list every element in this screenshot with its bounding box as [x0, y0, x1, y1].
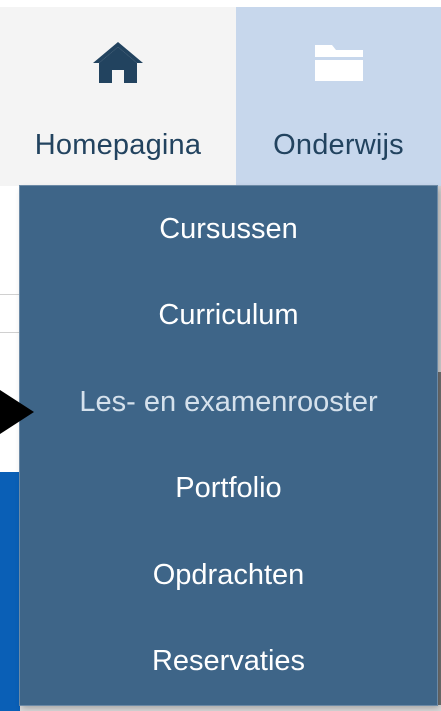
background-divider	[0, 294, 20, 295]
tab-label: Homepagina	[34, 129, 202, 161]
home-icon	[91, 39, 145, 85]
menu-item-les-en-examenrooster[interactable]: Les- en examenrooster	[20, 359, 437, 446]
background-blue-panel	[0, 472, 20, 711]
background-divider	[0, 332, 20, 333]
pointer-arrow-icon	[0, 390, 34, 434]
page: Homepagina Onderwijs Cursussen Curriculu…	[0, 0, 441, 711]
menu-item-reservaties[interactable]: Reservaties	[20, 619, 437, 706]
tab-label: Onderwijs	[273, 129, 404, 161]
menu-item-cursussen[interactable]: Cursussen	[20, 186, 437, 273]
tab-homepagina[interactable]: Homepagina	[0, 7, 236, 186]
background-page-bottom	[20, 705, 441, 711]
background-image-edge	[437, 372, 441, 711]
onderwijs-dropdown-menu: Cursussen Curriculum Les- en examenroost…	[20, 186, 437, 705]
menu-item-curriculum[interactable]: Curriculum	[20, 273, 437, 360]
top-navigation: Homepagina Onderwijs	[0, 0, 441, 186]
tab-onderwijs[interactable]: Onderwijs	[236, 7, 441, 186]
menu-item-opdrachten[interactable]: Opdrachten	[20, 532, 437, 619]
menu-item-portfolio[interactable]: Portfolio	[20, 446, 437, 533]
folder-icon	[312, 39, 366, 85]
